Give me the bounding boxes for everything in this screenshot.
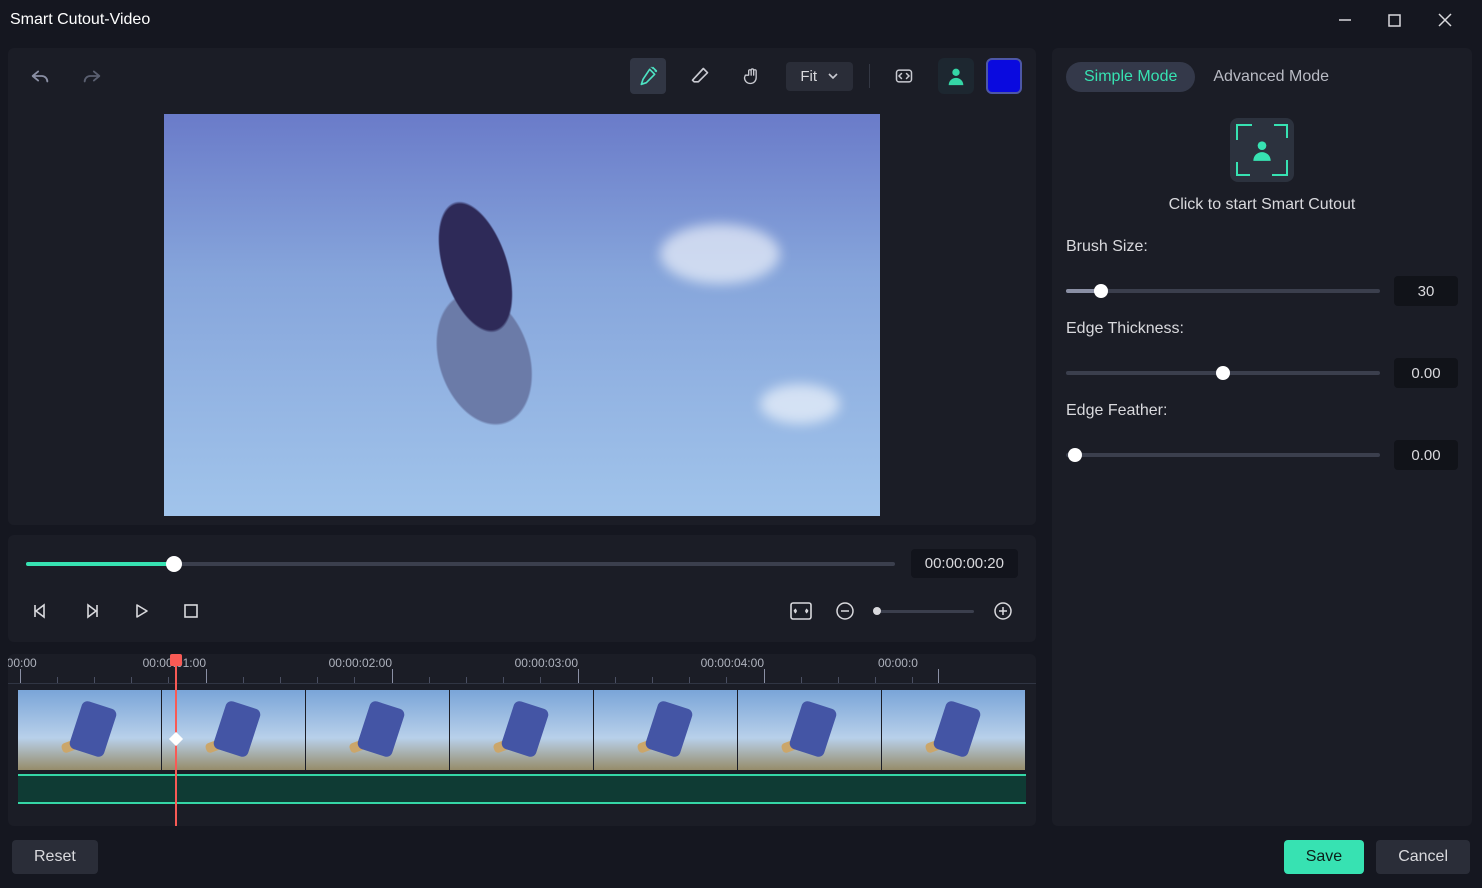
titlebar: Smart Cutout-Video — [0, 0, 1482, 40]
preview-viewport[interactable] — [8, 104, 1036, 525]
ruler-label: 00:00:0 — [878, 656, 918, 670]
ruler-label: 00:00:04:00 — [701, 656, 764, 670]
ruler-label: 00:00:03:00 — [515, 656, 578, 670]
zoom-in-button[interactable] — [988, 596, 1018, 626]
edge-thickness-value[interactable]: 0.00 — [1394, 358, 1458, 388]
edge-feather-slider[interactable] — [1066, 453, 1380, 457]
zoom-fit-select[interactable]: Fit — [786, 62, 853, 91]
brush-size-control: Brush Size: 30 — [1052, 224, 1472, 306]
window-controls — [1338, 13, 1472, 27]
tab-advanced-mode[interactable]: Advanced Mode — [1213, 68, 1329, 86]
smart-cutout-launcher: Click to start Smart Cutout — [1052, 92, 1472, 224]
edge-thickness-control: Edge Thickness: 0.00 — [1052, 306, 1472, 388]
mode-tabs: Simple Mode Advanced Mode — [1052, 48, 1472, 92]
edge-feather-control: Edge Feather: 0.00 — [1052, 388, 1472, 470]
smart-cutout-button[interactable] — [1230, 118, 1294, 182]
mask-preview-badge[interactable] — [938, 58, 974, 94]
edge-feather-label: Edge Feather: — [1066, 402, 1458, 420]
prev-frame-button[interactable] — [26, 596, 56, 626]
segment-track[interactable] — [18, 774, 1026, 804]
scrub-slider[interactable] — [26, 562, 895, 566]
timeline-ruler[interactable]: :00:00 00:00:01:00 00:00:02:00 00:00:03:… — [8, 654, 1036, 684]
cancel-button[interactable]: Cancel — [1376, 840, 1470, 874]
edge-feather-value[interactable]: 0.00 — [1394, 440, 1458, 470]
timecode-display: 00:00:00:20 — [911, 549, 1018, 578]
editor-panel: Fit — [8, 48, 1036, 525]
brush-size-label: Brush Size: — [1066, 238, 1458, 256]
save-button[interactable]: Save — [1284, 840, 1364, 874]
next-frame-button[interactable] — [76, 596, 106, 626]
brush-size-slider[interactable] — [1066, 289, 1380, 293]
scrub-bar: 00:00:00:20 — [8, 535, 1036, 592]
zoom-out-button[interactable] — [830, 596, 860, 626]
preview-frame — [164, 114, 880, 516]
edge-thickness-label: Edge Thickness: — [1066, 320, 1458, 338]
close-icon[interactable] — [1438, 13, 1466, 27]
footer: Reset Save Cancel — [0, 826, 1482, 888]
maximize-icon[interactable] — [1388, 14, 1416, 27]
tab-simple-mode[interactable]: Simple Mode — [1066, 62, 1195, 92]
brush-tool-button[interactable] — [630, 58, 666, 94]
timeline-clip[interactable] — [18, 690, 1026, 770]
playback-controls — [8, 586, 1036, 642]
ruler-label: 00:00:02:00 — [329, 656, 392, 670]
compare-toggle-button[interactable] — [886, 58, 922, 94]
chevron-down-icon — [827, 70, 839, 82]
minimize-icon[interactable] — [1338, 13, 1366, 27]
toolbar: Fit — [8, 48, 1036, 104]
edge-thickness-slider[interactable] — [1066, 371, 1380, 375]
stop-button[interactable] — [176, 596, 206, 626]
reset-button[interactable]: Reset — [12, 840, 98, 874]
ruler-label: :00:00 — [8, 656, 37, 670]
play-button[interactable] — [126, 596, 156, 626]
fit-width-button[interactable] — [786, 596, 816, 626]
hand-tool-button[interactable] — [734, 58, 770, 94]
toolbar-divider — [869, 64, 870, 88]
background-color-swatch[interactable] — [986, 58, 1022, 94]
brush-size-value[interactable]: 30 — [1394, 276, 1458, 306]
timeline: :00:00 00:00:01:00 00:00:02:00 00:00:03:… — [8, 654, 1036, 826]
undo-button[interactable] — [22, 58, 58, 94]
smart-cutout-label: Click to start Smart Cutout — [1169, 196, 1356, 214]
zoom-slider[interactable] — [874, 610, 974, 613]
redo-button[interactable] — [74, 58, 110, 94]
properties-panel: Simple Mode Advanced Mode Click to start… — [1052, 48, 1472, 826]
person-icon — [1249, 137, 1275, 163]
eraser-tool-button[interactable] — [682, 58, 718, 94]
window-title: Smart Cutout-Video — [10, 11, 150, 29]
zoom-fit-label: Fit — [800, 68, 817, 85]
